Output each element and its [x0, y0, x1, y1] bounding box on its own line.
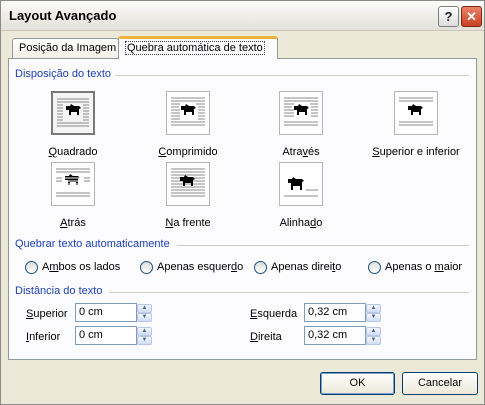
close-button[interactable]: ✕ [461, 6, 482, 27]
wrap-caption-through: Através [282, 146, 320, 158]
spin-down-button[interactable]: ▼ [366, 336, 381, 345]
radio-label-right-only[interactable]: Apenas direito [271, 261, 341, 273]
spinner-right: ▲ ▼ [366, 327, 381, 345]
tab-panel: Disposição do texto Quadrado Comprimido … [8, 58, 477, 360]
radio-label-largest-only[interactable]: Apenas o maior [385, 261, 462, 273]
behind-text-icon [56, 168, 90, 197]
input-left[interactable]: 0,32 cm [304, 303, 366, 322]
wrap-option-square[interactable] [51, 91, 95, 135]
input-bottom[interactable]: 0 cm [75, 326, 137, 345]
input-right[interactable]: 0,32 cm [304, 326, 366, 345]
radio-right-only[interactable] [254, 261, 267, 274]
spin-down-button[interactable]: ▼ [366, 313, 381, 322]
spin-up-button[interactable]: ▲ [366, 304, 381, 313]
tab-posicao-da-imagem[interactable]: Posição da Imagem [12, 38, 119, 58]
square-wrap-icon [57, 98, 89, 127]
group-divider [177, 245, 469, 246]
group-divider [109, 292, 469, 293]
wrap-option-top-bottom[interactable] [394, 91, 438, 135]
radio-label-left-only[interactable]: Apenas esquerdo [157, 261, 243, 273]
through-wrap-icon [284, 97, 318, 126]
layout-dialog: Layout Avançado ? ✕ Posição da Imagem Qu… [0, 0, 485, 405]
spinner-left: ▲ ▼ [366, 304, 381, 322]
wrap-option-behind[interactable] [51, 162, 95, 206]
label-right: Direita [250, 331, 282, 343]
spin-down-button[interactable]: ▼ [137, 313, 152, 322]
tab-quebra-automatica[interactable]: Quebra automática de texto [118, 36, 278, 59]
spin-up-button[interactable]: ▲ [366, 327, 381, 336]
ok-button[interactable]: OK [320, 372, 395, 395]
input-top[interactable]: 0 cm [75, 303, 137, 322]
wrap-option-in-front[interactable] [166, 162, 210, 206]
close-x-icon: ✕ [466, 9, 477, 24]
spin-up-button[interactable]: ▲ [137, 304, 152, 313]
dialog-title: Layout Avançado [9, 8, 117, 23]
spinner-top: ▲ ▼ [137, 304, 152, 322]
spinner-bottom: ▲ ▼ [137, 327, 152, 345]
title-bar[interactable]: Layout Avançado ? ✕ [1, 1, 484, 31]
in-front-text-icon [171, 168, 205, 197]
wrap-caption-behind: Atrás [60, 217, 86, 229]
label-bottom: Inferior [26, 331, 61, 343]
tab-label: Posição da Imagem [19, 42, 117, 54]
help-button[interactable]: ? [438, 6, 459, 27]
wrapping-style-heading: Disposição do texto [15, 68, 115, 80]
wrap-caption-inline: Alinhado [279, 217, 323, 229]
tab-label: Quebra automática de texto [125, 41, 265, 55]
radio-both-sides[interactable] [25, 261, 38, 274]
wrap-option-through[interactable] [279, 91, 323, 135]
label-top: Superior [26, 308, 68, 320]
wrap-text-heading: Quebrar texto automaticamente [15, 238, 174, 250]
wrap-option-inline[interactable] [279, 162, 323, 206]
wrap-caption-tight: Comprimido [158, 146, 218, 158]
label-left: Esquerda [250, 308, 298, 320]
tight-wrap-icon [171, 97, 205, 126]
spin-up-button[interactable]: ▲ [137, 327, 152, 336]
radio-largest-only[interactable] [368, 261, 381, 274]
cancel-button[interactable]: Cancelar [402, 372, 478, 395]
inline-text-icon [284, 177, 318, 197]
wrap-caption-in-front: Na frente [165, 217, 211, 229]
group-divider [115, 75, 469, 76]
top-bottom-wrap-icon [399, 97, 433, 126]
wrap-caption-square: Quadrado [48, 146, 98, 158]
spin-down-button[interactable]: ▼ [137, 336, 152, 345]
distance-heading: Distância do texto [15, 285, 107, 297]
wrap-option-tight[interactable] [166, 91, 210, 135]
wrap-caption-top-bottom: Superior e inferior [372, 146, 460, 158]
radio-left-only[interactable] [140, 261, 153, 274]
radio-label-both-sides[interactable]: Ambos os lados [42, 261, 120, 273]
question-mark-icon: ? [444, 9, 453, 24]
